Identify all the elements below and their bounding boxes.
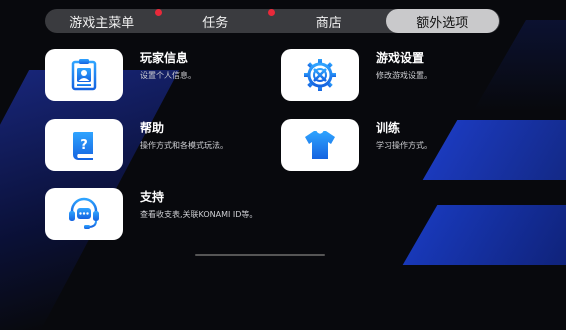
option-title: 玩家信息 [140, 51, 189, 65]
background-stripe [474, 20, 566, 110]
option-description: 学习操作方式。 [376, 141, 432, 150]
option-title: 训练 [376, 121, 401, 135]
game-settings-card[interactable] [281, 49, 359, 101]
tab-label: 任务 [202, 15, 229, 31]
headset-support-icon [69, 197, 99, 229]
game-settings-option[interactable]: 游戏设置 修改游戏设置。 [281, 49, 432, 101]
tab-shop[interactable]: 商店 [272, 9, 386, 33]
background-stripe [402, 205, 566, 265]
option-title: 帮助 [140, 121, 165, 135]
settings-gear-icon [304, 59, 336, 91]
training-option[interactable]: 训练 学习操作方式。 [281, 119, 432, 171]
tab-label: 额外选项 [416, 15, 469, 31]
support-card[interactable] [45, 188, 123, 240]
option-title: 游戏设置 [376, 51, 425, 65]
svg-text:?: ? [80, 138, 88, 153]
top-tab-bar: 游戏主菜单 任务 商店 额外选项 [45, 9, 500, 33]
help-card[interactable]: ? [45, 119, 123, 171]
option-description: 修改游戏设置。 [376, 71, 432, 80]
tab-extra-options[interactable]: 额外选项 [385, 9, 499, 33]
training-card[interactable] [281, 119, 359, 171]
player-info-card[interactable] [45, 49, 123, 101]
option-description: 查看收支表,关联KONAMI ID等。 [140, 210, 258, 219]
tab-label: 商店 [315, 15, 342, 31]
help-book-icon: ? [73, 132, 93, 160]
tab-missions[interactable]: 任务 [159, 9, 275, 33]
option-description: 设置个人信息。 [140, 71, 196, 80]
jersey-icon [305, 130, 335, 159]
tab-main-menu[interactable]: 游戏主菜单 [45, 9, 162, 33]
support-option[interactable]: 支持 查看收支表,关联KONAMI ID等。 [45, 188, 257, 240]
help-option[interactable]: ? 帮助 操作方式和各模式玩法。 [45, 119, 228, 171]
tab-label: 游戏主菜单 [69, 15, 135, 31]
option-title: 支持 [140, 190, 165, 204]
background-stripe [422, 120, 566, 180]
option-description: 操作方式和各模式玩法。 [140, 141, 228, 150]
player-info-option[interactable]: 玩家信息 设置个人信息。 [45, 49, 196, 101]
player-info-icon [71, 59, 97, 91]
